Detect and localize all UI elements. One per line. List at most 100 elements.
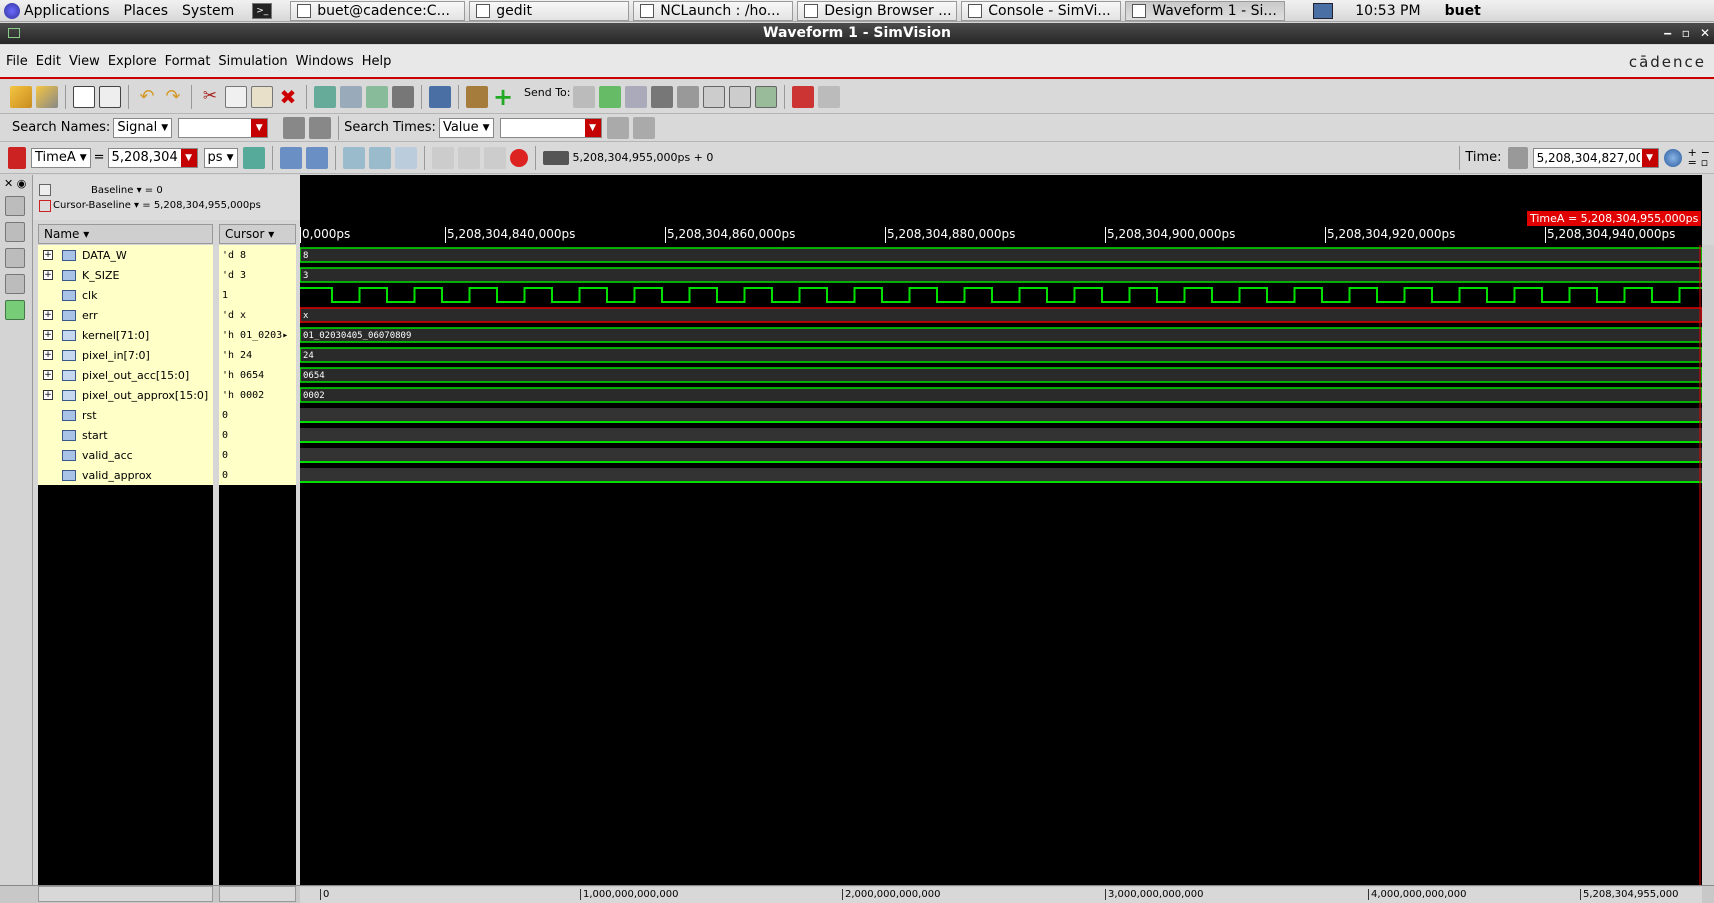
menu-windows[interactable]: Windows	[296, 54, 354, 69]
menu-explore[interactable]: Explore	[108, 54, 157, 69]
copy-icon[interactable]	[225, 85, 247, 108]
places-menu[interactable]: Places	[120, 3, 179, 19]
baseline-text[interactable]: Baseline ▾ = 0	[91, 185, 163, 196]
signal-row[interactable]: rst	[38, 405, 213, 425]
send-list-icon[interactable]	[728, 85, 751, 108]
expand-icon[interactable]: +	[43, 310, 53, 320]
pointer-icon[interactable]	[817, 85, 840, 108]
menu-view[interactable]: View	[69, 54, 100, 69]
search-time-next-icon[interactable]	[632, 116, 655, 139]
baseline-icon[interactable]	[39, 184, 51, 196]
cursor-value[interactable]: 0	[219, 425, 296, 445]
menu-edit[interactable]: Edit	[36, 54, 61, 69]
close-pane-icon[interactable]: ✕ ◉	[4, 177, 28, 190]
save-icon[interactable]	[36, 85, 58, 108]
send-memory-icon[interactable]	[676, 85, 699, 108]
zoom-fit-icon[interactable]: − ▫	[1701, 147, 1710, 168]
cursor-value[interactable]: 0	[219, 465, 296, 485]
signal-row[interactable]: + kernel[71:0]	[38, 325, 213, 345]
cursor-flag-icon[interactable]	[8, 146, 26, 169]
taskbar-button[interactable]: buet@cadence:C...	[290, 0, 466, 21]
package-icon[interactable]	[466, 85, 488, 108]
undo-icon[interactable]: ↶	[136, 86, 158, 108]
menu-file[interactable]: File	[6, 54, 28, 69]
signal-row[interactable]: valid_approx	[38, 465, 213, 485]
expand-icon[interactable]: +	[43, 270, 53, 280]
window-menu-icon[interactable]	[8, 28, 20, 38]
send-schematic-icon[interactable]	[572, 85, 595, 108]
window-titlebar[interactable]: Waveform 1 - SimVision ‒ ▫ ✕	[0, 23, 1714, 44]
hierarchy-tool-icon[interactable]	[5, 222, 25, 242]
chevron-down-icon[interactable]: ▼	[180, 148, 197, 167]
search-next-icon[interactable]	[309, 116, 332, 139]
menu-simulation[interactable]: Simulation	[218, 54, 287, 69]
waveform-canvas[interactable]: 8 3 x 01_02030405_06070809 24 0654 0002	[300, 175, 1702, 885]
name-pane-scrollbar[interactable]	[38, 886, 213, 902]
reset-icon[interactable]	[394, 146, 417, 169]
signal-row[interactable]: start	[38, 425, 213, 445]
column-cursor-header[interactable]: Cursor ▾	[219, 224, 296, 244]
group-tool-icon[interactable]	[5, 248, 25, 268]
chevron-down-icon[interactable]: ▼	[584, 118, 601, 137]
send-register-icon[interactable]	[650, 85, 673, 108]
send-table-icon[interactable]	[702, 85, 725, 108]
chevron-down-icon[interactable]: ▼	[1641, 148, 1658, 167]
expand-icon[interactable]: +	[43, 330, 53, 340]
zoom-magnifier-icon[interactable]	[1663, 148, 1682, 167]
cursor-value[interactable]: 1	[219, 285, 296, 305]
search-names-input[interactable]: ▼	[178, 117, 269, 138]
send-source-icon[interactable]	[624, 85, 647, 108]
schematic-icon[interactable]	[429, 85, 451, 108]
signal-row[interactable]: + K_SIZE	[38, 265, 213, 285]
send-waveform-icon[interactable]	[598, 85, 621, 108]
cursor-value[interactable]: 'h 0002	[219, 385, 296, 405]
signal-row[interactable]: + pixel_out_approx[15:0]	[38, 385, 213, 405]
signal-row[interactable]: valid_acc	[38, 445, 213, 465]
cut-icon[interactable]: ✂	[199, 86, 221, 108]
applications-menu[interactable]: Applications	[0, 2, 120, 19]
network-icon[interactable]	[1313, 2, 1334, 19]
close-icon[interactable]: ✕	[1700, 23, 1710, 44]
print-icon[interactable]	[99, 85, 121, 108]
zoom-in-icon[interactable]	[305, 146, 328, 169]
expand-icon[interactable]: +	[43, 250, 53, 260]
cursor-time-input[interactable]: 5,208,304,95▼	[107, 147, 198, 168]
terminal-launcher-icon[interactable]: >_	[252, 2, 273, 19]
chevron-down-icon[interactable]: ▼	[251, 118, 268, 137]
new-window-icon[interactable]	[73, 85, 95, 108]
zoom-plus-minus-icon[interactable]: + =	[1688, 147, 1697, 168]
step-icon[interactable]	[431, 146, 454, 169]
search-time-prev-icon[interactable]	[606, 116, 629, 139]
waveform-group-icon[interactable]	[366, 85, 388, 108]
applications-label[interactable]: Applications	[24, 3, 110, 19]
search-names-type-select[interactable]: Signal ▼	[113, 117, 173, 138]
cursor-snap-icon[interactable]	[242, 146, 265, 169]
step-over-icon[interactable]	[457, 146, 480, 169]
cursor-value[interactable]: 'h 01_0203▸	[219, 325, 296, 345]
paste-icon[interactable]	[251, 85, 273, 108]
menu-format[interactable]: Format	[165, 54, 211, 69]
waveform-copy-icon[interactable]	[340, 85, 362, 108]
binoculars-icon[interactable]	[392, 85, 414, 108]
time-unit-select[interactable]: ps ▼	[203, 147, 238, 168]
time-options-icon[interactable]	[1507, 146, 1528, 169]
column-name-header[interactable]: Name ▾	[38, 224, 213, 244]
cursor-select[interactable]: TimeA ▼	[31, 147, 91, 168]
signal-row[interactable]: clk	[38, 285, 213, 305]
redo-icon[interactable]: ↷	[162, 86, 184, 108]
marker-tool-icon[interactable]	[5, 274, 25, 294]
cursor-value[interactable]: 0	[219, 405, 296, 425]
signal-row[interactable]: + err	[38, 305, 213, 325]
taskbar-button[interactable]: Console - SimVi...	[961, 0, 1122, 21]
time-overview-scrollbar[interactable]: 0 1,000,000,000,000 2,000,000,000,000 3,000…	[300, 887, 1702, 903]
minimize-icon[interactable]: ‒	[1663, 23, 1671, 44]
expand-icon[interactable]: +	[43, 350, 53, 360]
cursor-pane-scrollbar[interactable]	[219, 886, 296, 902]
taskbar-button[interactable]: Design Browser ...	[797, 0, 958, 21]
cursor-value[interactable]: 'd 3	[219, 265, 296, 285]
waveform-add-icon[interactable]	[314, 85, 336, 108]
signal-row[interactable]: + pixel_in[7:0]	[38, 345, 213, 365]
select-tool-icon[interactable]	[5, 196, 25, 216]
search-times-input[interactable]: ▼	[499, 117, 602, 138]
expand-icon[interactable]: +	[43, 390, 53, 400]
